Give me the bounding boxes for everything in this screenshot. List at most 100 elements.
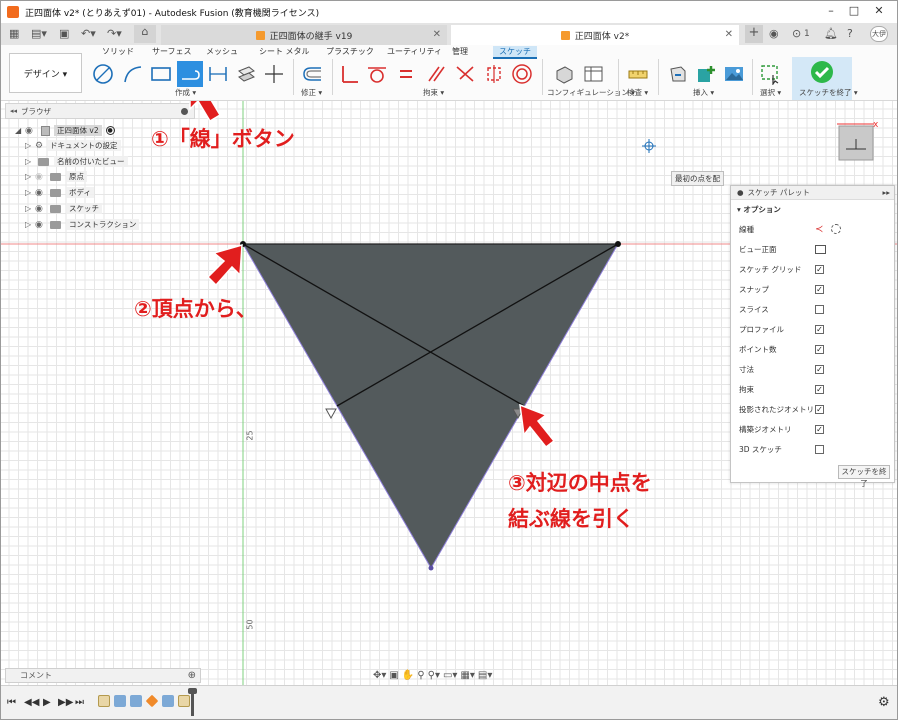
help-icon[interactable]: ? <box>847 27 853 40</box>
app-logo-icon <box>7 6 19 18</box>
insert-derive-icon[interactable] <box>666 63 690 85</box>
dimension-icon[interactable] <box>206 63 230 85</box>
pan-icon[interactable]: ✋ <box>402 670 414 681</box>
doc-tab-joint[interactable]: 正四面体の継手 v19 ✕ <box>161 25 447 45</box>
minimize-button[interactable]: – <box>821 4 841 20</box>
display-settings-icon[interactable]: ▭▾ <box>443 670 457 681</box>
new-tab-icon[interactable]: + <box>745 25 763 43</box>
look-at-icon[interactable]: ▣ <box>389 670 398 681</box>
select-group-label[interactable]: 選択 ▾ <box>760 87 781 98</box>
undo-icon[interactable]: ↶▾ <box>81 27 96 40</box>
navigation-toolbar: ✥▾ ▣ ✋ ⚲ ⚲▾ ▭▾ ▦▾ ▤▾ <box>373 667 529 683</box>
redo-icon[interactable]: ↷▾ <box>107 27 122 40</box>
divider <box>752 59 753 95</box>
finish-sketch-button[interactable] <box>808 59 836 85</box>
center-diameter-circle-icon[interactable] <box>91 63 115 85</box>
measure-icon[interactable] <box>626 63 650 85</box>
timeline-feature-icon[interactable] <box>162 695 174 707</box>
annotation-step3-line2: 結ぶ線を引く <box>508 507 634 531</box>
select-window-icon[interactable] <box>758 63 782 85</box>
maximize-button[interactable]: □ <box>844 4 864 20</box>
insert-image-icon[interactable] <box>722 63 746 85</box>
modify-group-label[interactable]: 修正 ▾ <box>301 87 322 98</box>
configuration-group-label[interactable]: コンフィギュレーション ▾ <box>547 87 635 98</box>
bell-icon[interactable]: 🔔︎ <box>824 27 838 40</box>
arc-icon[interactable] <box>121 63 145 85</box>
divider <box>332 59 333 95</box>
cube-icon <box>255 30 265 40</box>
insert-component-icon[interactable] <box>694 63 718 85</box>
create-group-label[interactable]: 作成 ▾ <box>175 87 196 98</box>
grid-settings-icon[interactable]: ▦▾ <box>460 670 474 681</box>
divider <box>658 59 659 95</box>
zoom-icon[interactable]: ⚲ <box>417 670 424 681</box>
user-avatar[interactable]: 大伊 <box>870 26 888 42</box>
tab-plastic[interactable]: プラスチック <box>326 46 374 57</box>
viewports-icon[interactable]: ▤▾ <box>478 670 492 681</box>
tab-manage[interactable]: 管理 <box>452 46 468 57</box>
coincident-icon[interactable] <box>338 63 360 85</box>
close-tab-icon[interactable]: ✕ <box>725 29 733 40</box>
close-tab-icon[interactable]: ✕ <box>433 29 441 40</box>
document-tab-bar: ▦ ▤▾ ▣ ↶▾ ↷▾ ⌂ 正四面体の継手 v19 ✕ 正四面体 v2* ✕ … <box>1 23 897 45</box>
zoom-window-icon[interactable]: ⚲▾ <box>428 670 440 681</box>
concentric-icon[interactable] <box>510 63 534 85</box>
line-tool-button[interactable] <box>177 61 203 87</box>
workspace-switcher[interactable]: デザイン ▾ <box>9 53 82 93</box>
rectangle-icon[interactable] <box>149 63 173 85</box>
file-icon[interactable]: ▤▾ <box>31 27 47 40</box>
timeline-sketch-icon[interactable] <box>98 695 110 707</box>
timeline-bar: ⏮ ◀◀ ▶ ▶▶ ⏭ ⚙ <box>1 685 897 719</box>
timeline-feature-icon[interactable] <box>145 694 159 708</box>
timeline-marker-handle[interactable] <box>188 688 197 694</box>
offset-icon[interactable] <box>300 63 326 85</box>
fusion-window: 正四面体 v2* (とりあえず01) - Autodesk Fusion (教育… <box>0 0 898 720</box>
timeline-feature-icon[interactable] <box>114 695 126 707</box>
tab-surface[interactable]: サーフェス <box>152 46 192 57</box>
tab-mesh[interactable]: メッシュ <box>206 46 238 57</box>
project-icon[interactable] <box>234 63 258 85</box>
comments-panel[interactable]: コメント ⊕ <box>5 668 201 683</box>
save-icon[interactable]: ▣ <box>59 27 69 40</box>
job-status-icon[interactable]: ⊙ <box>792 27 801 40</box>
orbit-icon[interactable]: ✥▾ <box>373 670 386 681</box>
timeline-settings-icon[interactable]: ⚙ <box>878 695 890 710</box>
tab-solid[interactable]: ソリッド <box>102 46 134 57</box>
step-back-icon[interactable]: ◀◀ <box>24 697 39 708</box>
sketch-canvas[interactable]: x 25 50 最初の点を配 ◂◂ ブラウザ ◢ ◉ 正四面体 v2 ● ▷ ⚙… <box>1 101 897 685</box>
title-bar: 正四面体 v2* (とりあえず01) - Autodesk Fusion (教育… <box>1 1 897 23</box>
fix-icon[interactable] <box>482 63 506 85</box>
tab-sketch[interactable]: スケッチ <box>493 46 537 59</box>
go-to-start-icon[interactable]: ⏮ <box>7 697 16 708</box>
doc-tab-tetrahedron[interactable]: 正四面体 v2* ✕ <box>451 25 739 45</box>
constraints-group-label[interactable]: 拘束 ▾ <box>423 87 444 98</box>
parallel-icon[interactable] <box>424 63 448 85</box>
equal-icon[interactable] <box>395 63 417 85</box>
annotation-step2: ②頂点から、 <box>134 297 257 321</box>
job-count: 1 <box>804 29 810 39</box>
configuration-table-icon[interactable] <box>581 63 605 85</box>
timeline-feature-icon[interactable] <box>130 695 142 707</box>
home-icon[interactable]: ⌂ <box>134 25 156 43</box>
add-comment-icon[interactable]: ⊕ <box>188 670 196 681</box>
insert-group-label[interactable]: 挿入 ▾ <box>693 87 714 98</box>
go-to-end-icon[interactable]: ⏭ <box>75 697 84 708</box>
tangent-icon[interactable] <box>365 63 389 85</box>
grid-menu-icon[interactable]: ▦ <box>9 27 19 40</box>
extensions-icon[interactable]: ◉ <box>769 27 779 40</box>
tab-utility[interactable]: ユーティリティ <box>387 46 442 57</box>
play-icon[interactable]: ▶ <box>43 697 51 708</box>
close-window-button[interactable]: ✕ <box>869 4 889 20</box>
doc-tab-label: 正四面体 v2* <box>574 31 630 42</box>
configuration-icon[interactable] <box>552 63 576 85</box>
perpendicular-icon[interactable] <box>453 63 477 85</box>
comments-label: コメント <box>20 671 52 680</box>
tab-sheet-metal[interactable]: シート メタル <box>259 46 310 57</box>
step-forward-icon[interactable]: ▶▶ <box>58 697 73 708</box>
ribbon-toolbar: デザイン ▾ ソリッド サーフェス メッシュ シート メタル プラスチック ユー… <box>1 45 897 101</box>
point-icon[interactable] <box>262 63 286 85</box>
timeline-sketch-icon[interactable] <box>178 695 190 707</box>
doc-tab-label: 正四面体の継手 v19 <box>269 31 353 42</box>
inspect-group-label[interactable]: 検査 ▾ <box>627 87 648 98</box>
finish-sketch-group-label[interactable]: スケッチを終了 ▾ <box>799 87 858 98</box>
